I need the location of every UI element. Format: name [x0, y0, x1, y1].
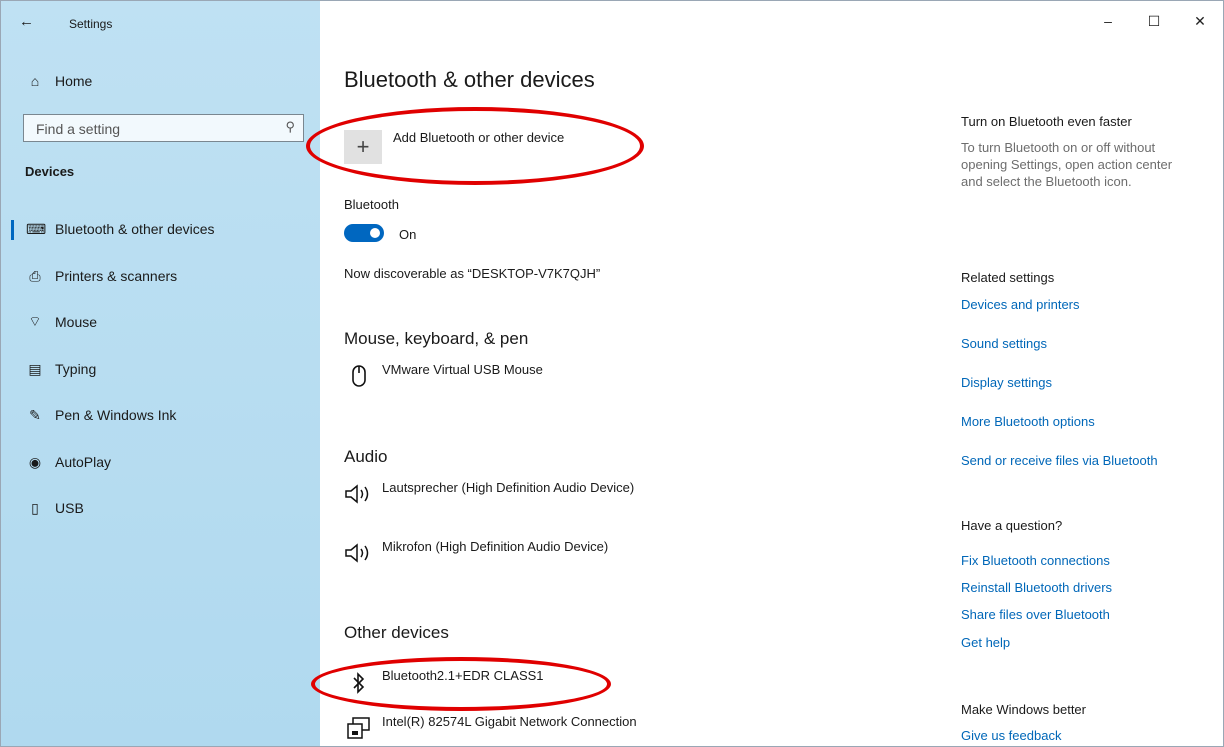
sidebar-item-label: AutoPlay	[55, 454, 112, 470]
search-icon[interactable]: ⚲	[285, 119, 295, 135]
bluetooth-toggle[interactable]	[344, 224, 384, 242]
device-name: Lautsprecher (High Definition Audio Devi…	[382, 480, 635, 495]
sidebar-item-label: Printers & scanners	[55, 268, 178, 284]
bluetooth-icon	[344, 672, 374, 699]
sidebar-section-title: Devices	[25, 164, 75, 179]
link-display-settings[interactable]: Display settings	[961, 375, 1052, 390]
link-more-bluetooth[interactable]: More Bluetooth options	[961, 414, 1095, 429]
main-content: Bluetooth & other devices + Add Bluetoot…	[344, 1, 904, 746]
search-input[interactable]: Find a setting ⚲	[23, 114, 304, 142]
add-device-button[interactable]: +	[344, 130, 382, 164]
sidebar-item-pen[interactable]: ✎ Pen & Windows Ink	[1, 397, 320, 433]
speaker-icon	[344, 482, 374, 511]
sidebar-item-label: Bluetooth & other devices	[55, 221, 215, 237]
sidebar-item-usb[interactable]: ▯ USB	[1, 490, 320, 526]
add-device-label[interactable]: Add Bluetooth or other device	[393, 130, 564, 145]
autoplay-icon: ◉	[28, 453, 42, 470]
sidebar-item-label: Pen & Windows Ink	[55, 407, 177, 423]
right-pane: Turn on Bluetooth even faster To turn Bl…	[961, 1, 1201, 746]
printer-icon: ⎙	[29, 267, 41, 284]
title-bar: ← Settings	[1, 1, 320, 41]
discoverable-text: Now discoverable as “DESKTOP-V7K7QJH”	[344, 266, 601, 281]
sidebar-item-autoplay[interactable]: ◉ AutoPlay	[1, 444, 320, 480]
link-devices-printers[interactable]: Devices and printers	[961, 297, 1080, 312]
faster-text: To turn Bluetooth on or off without open…	[961, 140, 1173, 189]
device-item[interactable]: Intel(R) 82574L Gigabit Network Connecti…	[344, 714, 724, 746]
usb-icon: ▯	[31, 499, 39, 516]
device-item[interactable]: Lautsprecher (High Definition Audio Devi…	[344, 480, 704, 516]
home-icon: ⌂	[30, 73, 40, 89]
faster-title: Turn on Bluetooth even faster	[961, 114, 1132, 129]
device-name: VMware Virtual USB Mouse	[382, 362, 543, 377]
network-adapter-icon	[344, 716, 374, 745]
link-fix-bluetooth[interactable]: Fix Bluetooth connections	[961, 553, 1110, 568]
bluetooth-state: On	[399, 227, 417, 242]
sidebar-item-label: Typing	[55, 361, 97, 377]
app-title: Settings	[69, 17, 113, 31]
device-name: Bluetooth2.1+EDR CLASS1	[382, 668, 544, 683]
page-title: Bluetooth & other devices	[344, 67, 595, 92]
section-title: Other devices	[344, 623, 449, 642]
bluetooth-devices-icon: ⌨	[26, 220, 47, 237]
link-send-receive-files[interactable]: Send or receive files via Bluetooth	[961, 453, 1158, 468]
sidebar-item-label: USB	[55, 500, 84, 516]
link-share-files[interactable]: Share files over Bluetooth	[961, 607, 1110, 622]
mouse-icon	[344, 364, 374, 393]
device-item[interactable]: VMware Virtual USB Mouse	[344, 362, 644, 398]
mouse-icon: ⌔	[28, 313, 42, 329]
device-item[interactable]: Bluetooth2.1+EDR CLASS1	[344, 668, 644, 704]
link-sound-settings[interactable]: Sound settings	[961, 336, 1047, 351]
sidebar-item-bluetooth[interactable]: ⌨ Bluetooth & other devices	[1, 211, 320, 247]
sidebar: ← Settings ⌂ Home Find a setting ⚲ Devic…	[1, 1, 320, 746]
device-name: Intel(R) 82574L Gigabit Network Connecti…	[382, 714, 637, 729]
link-get-help[interactable]: Get help	[961, 635, 1010, 650]
device-name: Mikrofon (High Definition Audio Device)	[382, 539, 609, 554]
sidebar-item-typing[interactable]: ▤ Typing	[1, 351, 320, 387]
sidebar-item-label: Mouse	[55, 314, 98, 330]
related-title: Related settings	[961, 270, 1055, 285]
question-title: Have a question?	[961, 518, 1063, 533]
better-title: Make Windows better	[961, 702, 1086, 717]
toggle-knob	[370, 228, 380, 238]
search-placeholder: Find a setting	[36, 121, 121, 137]
sidebar-item-mouse[interactable]: ⌔ Mouse	[1, 304, 320, 340]
link-reinstall-drivers[interactable]: Reinstall Bluetooth drivers	[961, 580, 1112, 595]
section-title: Audio	[344, 447, 388, 466]
back-arrow-icon[interactable]: ←	[19, 14, 34, 29]
plus-icon: +	[356, 134, 370, 159]
pen-icon: ✎	[29, 406, 41, 423]
section-title: Mouse, keyboard, & pen	[344, 329, 529, 348]
device-item[interactable]: Mikrofon (High Definition Audio Device)	[344, 539, 704, 575]
link-give-feedback[interactable]: Give us feedback	[961, 728, 1061, 743]
sidebar-item-label: Home	[55, 73, 93, 89]
settings-window: ← Settings ⌂ Home Find a setting ⚲ Devic…	[0, 0, 1224, 747]
bluetooth-label: Bluetooth	[344, 197, 399, 212]
sidebar-item-home[interactable]: ⌂ Home	[1, 63, 320, 99]
speaker-icon	[344, 541, 374, 570]
keyboard-icon: ▤	[28, 360, 42, 377]
sidebar-item-printers[interactable]: ⎙ Printers & scanners	[1, 258, 320, 294]
